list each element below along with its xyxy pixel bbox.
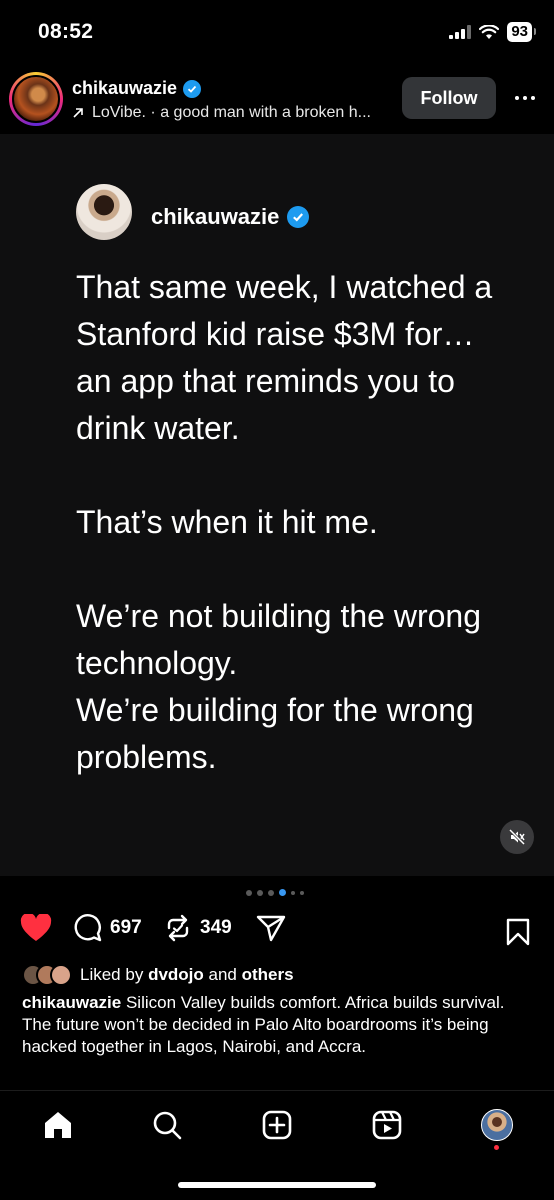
liked-by-others[interactable]: others xyxy=(242,965,294,985)
verified-badge-icon xyxy=(183,79,202,98)
repost-count: 349 xyxy=(200,917,232,938)
carousel-indicator xyxy=(246,889,304,896)
comment-icon xyxy=(74,914,102,942)
carousel-dot xyxy=(246,889,252,896)
more-options-icon[interactable] xyxy=(510,86,540,110)
nav-reels[interactable] xyxy=(367,1105,407,1145)
home-icon xyxy=(45,1112,71,1138)
liked-by-prefix: Liked by xyxy=(80,965,144,984)
carousel-dot xyxy=(268,889,274,896)
repost-icon xyxy=(167,914,189,942)
liked-by-and: and xyxy=(208,965,237,984)
notification-dot xyxy=(494,1145,499,1150)
post-header: chikauwazie LoVibe. · a good man with a … xyxy=(0,66,554,132)
post-media[interactable]: chikauwazie That same week, I watched a … xyxy=(0,134,554,876)
author-username[interactable]: chikauwazie xyxy=(72,78,202,99)
tweet-paragraph: We’re not building the wrong technology.… xyxy=(76,598,481,775)
repost-button[interactable]: 349 xyxy=(164,914,232,942)
create-icon xyxy=(262,1110,292,1140)
status-bar: 08:52 93 xyxy=(0,0,554,62)
audio-attribution-text: LoVibe. · a good man with a broken h... xyxy=(92,104,371,121)
liked-by[interactable]: Liked by dvdojo and others xyxy=(22,964,294,986)
liked-by-avatars xyxy=(22,964,72,986)
carousel-dot-active xyxy=(279,889,286,896)
cellular-signal-icon xyxy=(449,25,472,39)
tweet-paragraph: That’s when it hit me. xyxy=(76,504,378,540)
post-caption: chikauwazie Silicon Valley builds comfor… xyxy=(22,992,522,1058)
reels-icon xyxy=(372,1110,402,1140)
caption-username[interactable]: chikauwazie xyxy=(22,993,121,1012)
author-username-text: chikauwazie xyxy=(72,78,178,98)
wifi-icon xyxy=(479,24,500,39)
status-icons: 93 xyxy=(449,22,536,42)
search-icon xyxy=(153,1111,182,1140)
carousel-dot xyxy=(291,890,295,895)
comment-count: 697 xyxy=(110,917,142,938)
share-icon xyxy=(256,915,286,942)
tweet-text: That same week, I watched a Stanford kid… xyxy=(76,264,516,781)
avatar xyxy=(50,964,72,986)
tweet-username: chikauwazie xyxy=(151,204,310,230)
save-button[interactable] xyxy=(505,918,531,951)
nav-home[interactable] xyxy=(38,1105,78,1145)
bookmark-icon xyxy=(506,918,530,946)
audio-attribution[interactable]: LoVibe. · a good man with a broken h... xyxy=(72,104,371,122)
nav-create[interactable] xyxy=(257,1105,297,1145)
tweet-avatar xyxy=(76,184,132,240)
action-bar: 697 349 xyxy=(0,910,554,954)
mute-icon[interactable] xyxy=(500,820,534,854)
heart-icon xyxy=(20,914,52,941)
arrow-up-right-icon xyxy=(73,108,83,118)
tweet-username-text: chikauwazie xyxy=(151,204,280,229)
battery-indicator: 93 xyxy=(507,22,536,42)
profile-avatar xyxy=(481,1109,513,1141)
verified-badge-icon xyxy=(287,206,310,228)
comment-button[interactable]: 697 xyxy=(74,914,142,942)
carousel-dot xyxy=(257,889,263,896)
nav-search[interactable] xyxy=(147,1105,187,1145)
liked-by-user[interactable]: dvdojo xyxy=(148,965,204,985)
share-button[interactable] xyxy=(256,914,286,942)
like-button[interactable] xyxy=(20,914,52,942)
nav-profile[interactable] xyxy=(477,1105,517,1145)
carousel-dot xyxy=(300,890,304,895)
author-avatar[interactable] xyxy=(9,72,63,126)
home-indicator xyxy=(178,1182,376,1188)
follow-button[interactable]: Follow xyxy=(402,77,496,119)
status-time: 08:52 xyxy=(38,20,94,43)
tweet-paragraph: That same week, I watched a Stanford kid… xyxy=(76,269,493,446)
